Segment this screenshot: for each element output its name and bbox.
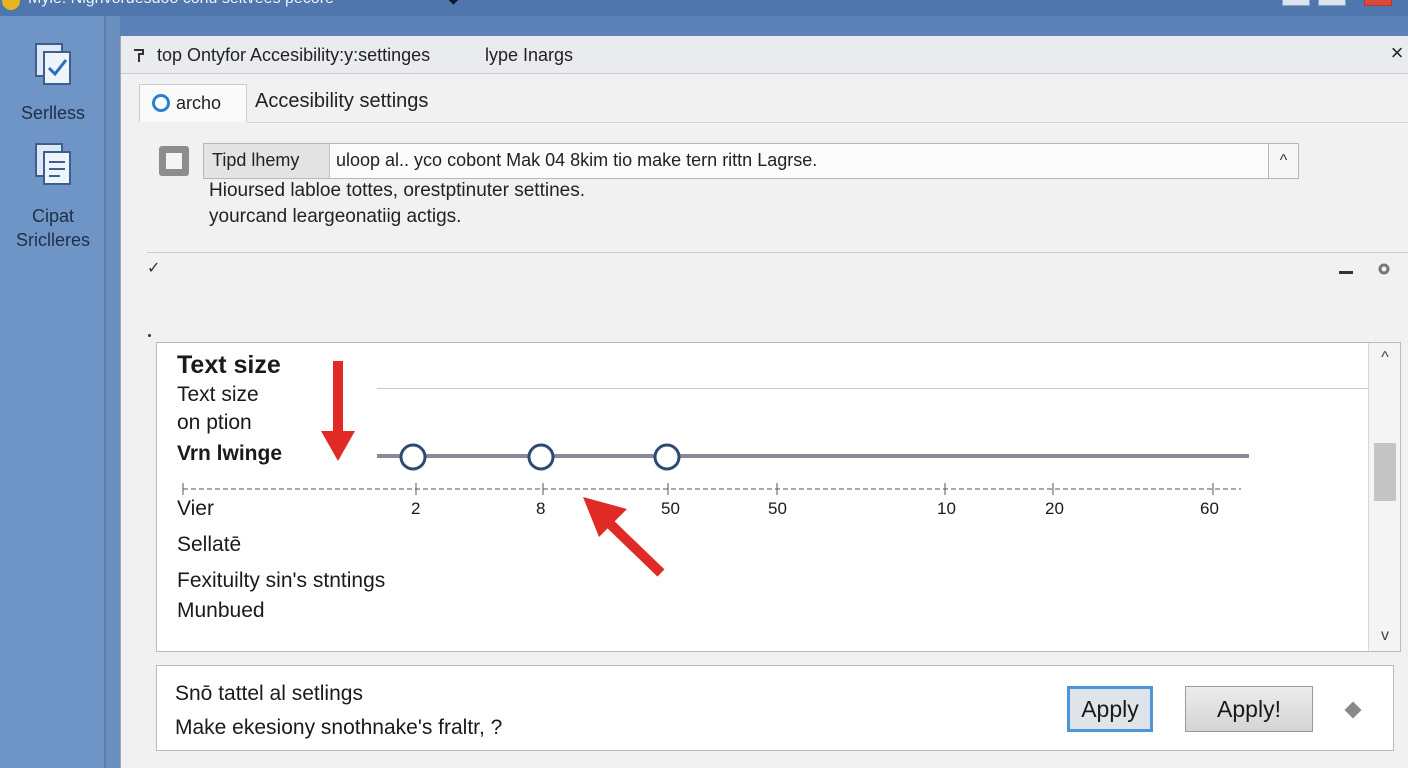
- bottom-description: Make ekesiony snothnake's fraltr, ?: [175, 716, 503, 739]
- close-window-button[interactable]: [1364, 0, 1392, 6]
- annotation-arrow-down: [321, 361, 355, 461]
- scroll-down-button[interactable]: v: [1369, 621, 1400, 651]
- notice-label: Tipd lhemy: [204, 144, 330, 178]
- scroll-up-button[interactable]: ^: [1369, 343, 1400, 373]
- diamond-icon[interactable]: [1344, 701, 1362, 719]
- chevron-down-icon[interactable]: ✓: [147, 258, 160, 278]
- window-title: Myie: Nigrivoruesdoo conu seitvees pecor…: [28, 0, 334, 8]
- description-line: Hioursed labloe tottes, orestptinuter se…: [209, 180, 585, 201]
- minimize-window-button[interactable]: [1282, 0, 1310, 6]
- chevron-down-icon[interactable]: ◆: [448, 0, 459, 7]
- notice-icon: [159, 146, 189, 176]
- app-icon: [2, 0, 20, 10]
- dialog-header: top Ontyfor Accesibility:y:settinges lyp…: [121, 36, 1408, 74]
- apply-confirm-button[interactable]: Apply!: [1185, 686, 1313, 732]
- collapse-button[interactable]: ^: [1268, 144, 1298, 178]
- slider-handle[interactable]: [653, 443, 681, 471]
- nav-item-services[interactable]: Serlless: [0, 40, 106, 124]
- tick-label: 8: [536, 499, 545, 518]
- nav-item-label: Cipat Sriclleres: [15, 206, 90, 250]
- accessibility-dialog: top Ontyfor Accesibility:y:settinges lyp…: [120, 36, 1408, 768]
- option-item[interactable]: Fexituilty sin's stntings: [177, 569, 385, 593]
- slider-handle[interactable]: [399, 443, 427, 471]
- scroll-thumb[interactable]: [1374, 443, 1396, 501]
- nav-item-cipat[interactable]: Cipat Sriclleres: [0, 140, 106, 252]
- tick-label: 50: [661, 499, 680, 518]
- view-label: Vier: [177, 497, 214, 520]
- section-title: Accesibility settings: [255, 90, 429, 112]
- tick-label: 60: [1200, 499, 1219, 518]
- shield-check-icon: [35, 43, 71, 85]
- bottom-settings-panel: Snō tattel al setlings Make ekesiony sno…: [156, 665, 1394, 751]
- pin-icon: [134, 49, 144, 62]
- section-divider: [147, 252, 1408, 253]
- tick-label: 20: [1045, 499, 1064, 518]
- bullet-dot: [148, 334, 151, 337]
- annotation-arrow-diagonal: [583, 497, 665, 577]
- document-stack-icon: [35, 143, 71, 185]
- tick-label: 50: [768, 499, 787, 518]
- gear-icon[interactable]: [1377, 262, 1391, 276]
- nav-gutter: [106, 16, 120, 768]
- bottom-title: Snō tattel al setlings: [175, 682, 363, 705]
- left-navigation: Serlless Cipat Sriclleres: [0, 16, 106, 768]
- tab-label: archo: [176, 93, 222, 113]
- vertical-scrollbar[interactable]: ^ v: [1368, 343, 1400, 651]
- apply-button[interactable]: Apply: [1067, 686, 1153, 732]
- notice-text: uloop al.. yco cobont Mak 04 8kim tio ma…: [336, 150, 818, 170]
- slider-handle[interactable]: [527, 443, 555, 471]
- option-item[interactable]: Sellatē: [177, 533, 241, 557]
- notice-box: Tipd lhemy uloop al.. yco cobont Mak 04 …: [203, 143, 1299, 179]
- tick-label: 10: [937, 499, 956, 518]
- text-size-slider[interactable]: Vier 2 8 50 50 10 20 60: [157, 343, 1401, 652]
- tab-archo[interactable]: archo: [139, 84, 247, 122]
- nav-item-label: Serlless: [20, 103, 86, 123]
- description-line: yourcand leargeonatiig actigs.: [209, 206, 462, 227]
- close-icon[interactable]: ×: [1385, 40, 1408, 68]
- option-item[interactable]: Munbued: [177, 599, 265, 623]
- minimize-icon[interactable]: [1339, 271, 1353, 274]
- radio-button[interactable]: [152, 94, 170, 112]
- dialog-title: top Ontyfor Accesibility:y:settinges: [157, 45, 431, 65]
- tick-label: 2: [411, 499, 420, 518]
- dialog-subtitle: lype Inargs: [485, 45, 574, 65]
- text-size-panel: Text size Text size on ption Vrn lwinge: [156, 342, 1401, 652]
- window-titlebar: Myie: Nigrivoruesdoo conu seitvees pecor…: [0, 0, 1408, 16]
- maximize-window-button[interactable]: [1318, 0, 1346, 6]
- tab-divider: [247, 122, 1408, 123]
